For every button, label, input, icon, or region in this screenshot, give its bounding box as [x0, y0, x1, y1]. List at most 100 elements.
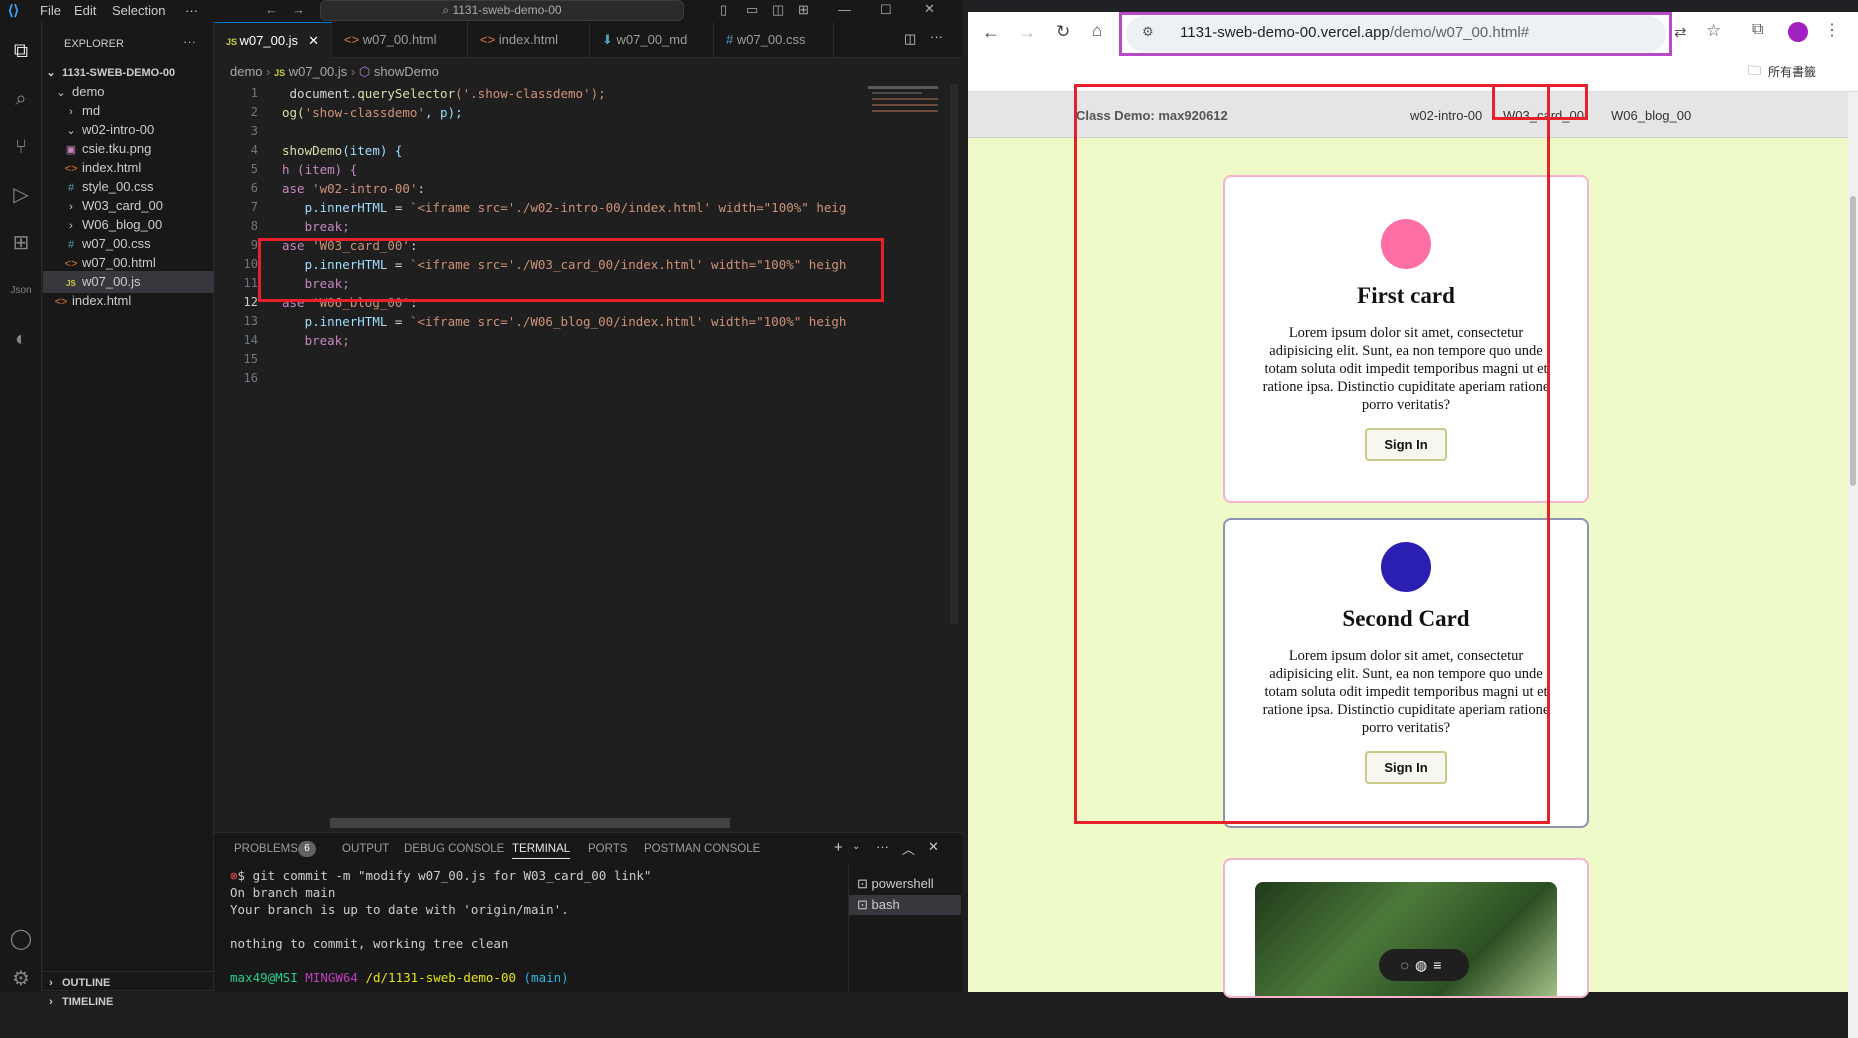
floating-toolbar[interactable]: ◌◍≡	[1379, 949, 1469, 981]
tab-w07-html[interactable]: <> w07_00.html	[332, 22, 468, 58]
menu-kebab-icon[interactable]: ⋮	[1824, 20, 1840, 40]
tab-w07-js[interactable]: JS w07_00.js ✕	[214, 22, 332, 58]
breadcrumb-symbol[interactable]: showDemo	[374, 64, 439, 79]
html-file-icon: <>	[344, 32, 363, 47]
postman-icon[interactable]: ◐	[6, 324, 36, 354]
line-number: 4	[250, 143, 258, 157]
code-line[interactable]: document.querySelector('.show-classdemo'…	[282, 84, 606, 103]
tab-strip	[968, 0, 1858, 12]
tab-debug-console[interactable]: DEBUG CONSOLE	[404, 843, 504, 855]
folder-icon: 🗀	[1748, 63, 1762, 78]
minimap[interactable]	[866, 84, 946, 624]
page-scrollbar-thumb[interactable]	[1850, 196, 1856, 486]
settings-gear-icon[interactable]: ⚙	[6, 964, 36, 994]
menu-lines-icon[interactable]: ≡	[1433, 957, 1447, 973]
close-icon[interactable]: ✕	[924, 1, 935, 17]
editor-horizontal-scrollbar[interactable]	[330, 818, 730, 828]
all-bookmarks-link[interactable]: 所有書籤	[1768, 63, 1816, 80]
breadcrumb-file[interactable]: w07_00.js	[289, 64, 348, 79]
menu-more[interactable]: ···	[185, 3, 198, 18]
home-icon[interactable]: ⌂	[1092, 21, 1102, 41]
code-line[interactable]: break;	[282, 331, 350, 350]
profile-avatar[interactable]	[1788, 22, 1808, 42]
css-file-icon: #	[726, 32, 737, 47]
extensions-puzzle-icon[interactable]: ⧉	[1752, 21, 1763, 39]
menu-file[interactable]: File	[40, 3, 61, 18]
terminal-item-bash[interactable]: ⊡ bash	[849, 895, 961, 915]
minimize-icon[interactable]: —	[838, 2, 851, 17]
back-arrow-icon[interactable]: ←	[265, 2, 278, 17]
tab-ports[interactable]: PORTS	[588, 843, 627, 855]
layout-sidebar-icon[interactable]: ▯	[720, 2, 727, 18]
code-line[interactable]: ase 'w02-intro-00':	[282, 179, 425, 198]
code-line[interactable]: h (item) {	[282, 160, 357, 179]
timeline-section[interactable]: › TIMELINE	[43, 990, 214, 1012]
toggle-icon[interactable]: ◍	[1415, 957, 1433, 973]
terminal-item-powershell[interactable]: ⊡ powershell	[849, 874, 961, 894]
split-editor-icon[interactable]: ◫	[904, 31, 916, 47]
close-panel-icon[interactable]: ✕	[928, 839, 939, 855]
line-number: 6	[250, 181, 258, 195]
translate-icon[interactable]: ⇄	[1674, 23, 1687, 41]
menu-edit[interactable]: Edit	[74, 3, 96, 18]
more-actions-icon[interactable]: ···	[183, 34, 196, 49]
nav-link-w06[interactable]: W06_blog_00	[1611, 108, 1691, 123]
layout-custom-icon[interactable]: ⊞	[798, 2, 809, 18]
editor-vertical-scrollbar[interactable]	[950, 84, 958, 624]
layout-split-icon[interactable]: ◫	[772, 2, 784, 18]
source-control-icon[interactable]: ⑂	[6, 132, 36, 162]
more-actions-icon[interactable]: ···	[930, 29, 943, 44]
search-icon[interactable]: ⌕	[6, 84, 36, 114]
forward-arrow-icon[interactable]: →	[1018, 22, 1036, 43]
account-icon[interactable]: ◯	[6, 924, 36, 954]
bookmark-star-icon[interactable]: ☆	[1706, 21, 1721, 41]
title-bar: ⟨⟩ File Edit Selection ··· ← → ⌕ 1131-sw…	[0, 0, 962, 22]
maximize-panel-icon[interactable]: ︿	[902, 839, 915, 858]
chevron-down-icon[interactable]: ⌄	[852, 841, 860, 852]
tab-index-html[interactable]: <> index.html	[468, 22, 590, 58]
code-line[interactable]: og('show-classdemo', p);	[282, 103, 463, 122]
json-icon[interactable]: Json	[6, 276, 36, 306]
tab-terminal[interactable]: TERMINAL	[512, 843, 571, 859]
terminal-icon: ⊡	[857, 897, 872, 912]
explorer-icon[interactable]: ⧉	[6, 36, 36, 66]
error-dot-icon: ⊗	[230, 868, 238, 883]
layout-panel-icon[interactable]: ▭	[746, 2, 758, 18]
markdown-file-icon: ⬇	[602, 32, 617, 47]
editor-tabs: JS w07_00.js ✕ <> w07_00.html <> index.ht…	[214, 22, 962, 58]
code-line[interactable]: p.innerHTML = `<iframe src='./W06_blog_0…	[282, 312, 847, 331]
menu-selection[interactable]: Selection	[112, 3, 165, 18]
run-debug-icon[interactable]: ▷	[6, 180, 36, 210]
comment-icon[interactable]: ◌	[1401, 957, 1415, 973]
extensions-icon[interactable]: ⊞	[6, 228, 36, 258]
page-highlight-box	[1074, 84, 1550, 824]
html-file-icon: <>	[480, 32, 499, 47]
code-line[interactable]: break;	[282, 217, 350, 236]
command-center-search[interactable]: ⌕ 1131-sweb-demo-00	[320, 0, 684, 21]
reload-icon[interactable]: ↻	[1056, 22, 1070, 42]
new-terminal-icon[interactable]: +	[834, 839, 843, 856]
tab-problems[interactable]: PROBLEMS	[234, 843, 298, 855]
chevron-right-icon: ›	[49, 996, 53, 1008]
line-number: 14	[243, 333, 258, 347]
terminal-icon: ⊡	[857, 876, 872, 891]
breadcrumb-folder[interactable]: demo	[230, 64, 263, 79]
terminal-line: ⊗$ git commit -m "modify w07_00.js for W…	[230, 868, 652, 883]
terminal-prompt[interactable]: max49@MSI MINGW64 /d/1131-sweb-demo-00 (…	[230, 969, 569, 986]
close-tab-icon[interactable]: ✕	[308, 33, 319, 48]
js-file-icon: JS	[274, 68, 286, 78]
code-line[interactable]: showDemo(item) {	[282, 141, 402, 160]
tab-output[interactable]: OUTPUT	[342, 843, 389, 855]
back-arrow-icon[interactable]: ←	[982, 22, 1000, 43]
tab-w07-css[interactable]: # w07_00.css	[714, 22, 834, 58]
tab-postman-console[interactable]: POSTMAN CONSOLE	[644, 843, 760, 855]
browser-toolbar: ← → ↻ ⌂ ⚙ 1131-sweb-demo-00.vercel.app/d…	[968, 0, 1858, 92]
tree-item-root-index[interactable]: <> index.html	[43, 290, 214, 312]
forward-arrow-icon[interactable]: →	[292, 2, 305, 17]
page-scrollbar[interactable]	[1848, 184, 1858, 1038]
tab-w07-md[interactable]: ⬇ w07_00_md	[590, 22, 714, 58]
more-actions-icon[interactable]: ···	[876, 839, 889, 854]
line-number-gutter: 1 2 3 4 5 6 7 8 9 10 11 12 13 14 15 16	[214, 84, 264, 385]
maximize-icon[interactable]: ☐	[880, 2, 892, 18]
code-line[interactable]: p.innerHTML = `<iframe src='./w02-intro-…	[282, 198, 847, 217]
